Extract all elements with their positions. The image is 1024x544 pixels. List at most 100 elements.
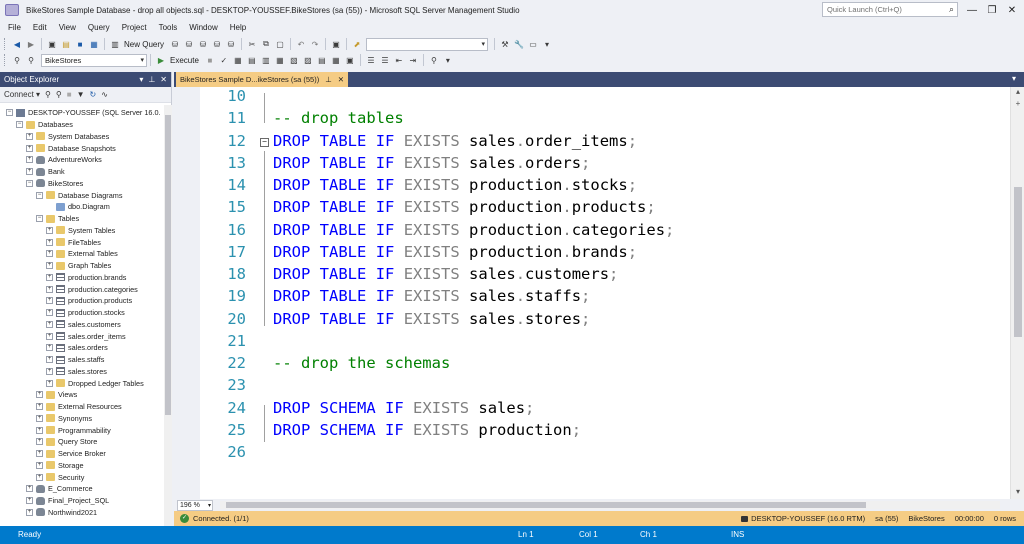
expand-icon[interactable]: +: [26, 508, 33, 516]
expand-icon[interactable]: +: [46, 226, 53, 234]
client-stats-icon[interactable]: ▨: [302, 53, 314, 67]
code-line[interactable]: DROP TABLE IF EXISTS sales.order_items;: [273, 132, 637, 150]
toolbar-grip[interactable]: [4, 38, 7, 50]
tree-node[interactable]: + sales.customers: [46, 319, 121, 331]
tree-node[interactable]: + sales.stores: [46, 366, 107, 378]
code-line[interactable]: -- drop the schemas: [273, 354, 450, 372]
decrease-indent-icon[interactable]: ⇤: [393, 53, 405, 67]
open-file-icon[interactable]: ▤: [60, 37, 72, 51]
editor-vertical-scrollbar[interactable]: ▴ + ▾: [1010, 87, 1024, 499]
estimated-plan-icon[interactable]: ▦: [232, 53, 244, 67]
available-databases-select[interactable]: BikeStores ▾: [41, 53, 147, 67]
results-to-file-icon[interactable]: ▣: [344, 53, 356, 67]
code-line[interactable]: DROP TABLE IF EXISTS production.brands;: [273, 243, 637, 261]
expand-icon[interactable]: +: [46, 344, 53, 352]
expand-icon[interactable]: +: [46, 367, 53, 375]
cancel-query-icon[interactable]: ■: [204, 53, 216, 67]
menu-query[interactable]: Query: [82, 20, 116, 36]
dmx-query-icon[interactable]: ⛁: [197, 37, 209, 51]
menu-tools[interactable]: Tools: [153, 20, 184, 36]
tree-node[interactable]: − DESKTOP-YOUSSEF (SQL Server 16.0.: [6, 107, 161, 119]
collapse-icon[interactable]: −: [6, 109, 13, 117]
expand-icon[interactable]: +: [46, 309, 53, 317]
expand-icon[interactable]: +: [46, 250, 53, 258]
customize-icon[interactable]: ▾: [541, 37, 553, 51]
menu-project[interactable]: Project: [116, 20, 153, 36]
tab-list-dropdown-icon[interactable]: ▾: [1012, 74, 1016, 83]
expand-icon[interactable]: +: [26, 168, 33, 176]
code-line[interactable]: DROP TABLE IF EXISTS production.products…: [273, 198, 656, 216]
toolbar-grip[interactable]: [4, 54, 7, 66]
expand-icon[interactable]: +: [36, 414, 43, 422]
code-line[interactable]: DROP TABLE IF EXISTS production.stocks;: [273, 176, 637, 194]
tree-node[interactable]: + FileTables: [46, 236, 101, 248]
collapse-icon[interactable]: −: [36, 215, 43, 223]
split-icon[interactable]: +: [1011, 99, 1024, 111]
tree-node[interactable]: + Final_Project_SQL: [26, 495, 109, 507]
results-to-text-icon[interactable]: ▤: [316, 53, 328, 67]
expand-icon[interactable]: +: [36, 450, 43, 458]
code-line[interactable]: DROP TABLE IF EXISTS sales.customers;: [273, 265, 618, 283]
new-query-icon[interactable]: ▥: [109, 37, 121, 51]
zoom-select[interactable]: 196 % ▾: [177, 499, 213, 511]
close-panel-icon[interactable]: ✕: [160, 75, 167, 84]
close-tab-icon[interactable]: ✕: [338, 75, 344, 84]
expand-icon[interactable]: +: [46, 332, 53, 340]
db-query-icon[interactable]: ⛁: [169, 37, 181, 51]
comment-icon[interactable]: ☰: [365, 53, 377, 67]
xmla-query-icon[interactable]: ⛁: [211, 37, 223, 51]
scroll-down-icon[interactable]: ▾: [1011, 487, 1024, 499]
expand-icon[interactable]: +: [46, 297, 53, 305]
tree-node[interactable]: + production.brands: [46, 272, 126, 284]
collapse-icon[interactable]: −: [26, 179, 33, 187]
tree-node[interactable]: + Query Store: [36, 436, 97, 448]
code-line[interactable]: DROP SCHEMA IF EXISTS production;: [273, 421, 581, 439]
uncomment-icon[interactable]: ☰: [379, 53, 391, 67]
tree-node[interactable]: dbo.Diagram: [46, 201, 110, 213]
fold-collapse-icon[interactable]: −: [260, 137, 269, 147]
code-line[interactable]: -- drop tables: [273, 109, 404, 127]
properties-icon[interactable]: ⚒: [499, 37, 511, 51]
menu-view[interactable]: View: [53, 20, 82, 36]
query-designer-icon[interactable]: ▤: [246, 53, 258, 67]
tree-node[interactable]: + Storage: [36, 460, 84, 472]
expand-icon[interactable]: +: [36, 461, 43, 469]
expand-icon[interactable]: +: [46, 320, 53, 328]
disconnect-icon[interactable]: ⚲: [56, 90, 62, 99]
paste-icon[interactable]: ▢: [274, 37, 286, 51]
tree-node[interactable]: + Graph Tables: [46, 260, 111, 272]
tree-node[interactable]: + sales.orders: [46, 342, 108, 354]
undo-icon[interactable]: ↶: [295, 37, 307, 51]
menu-file[interactable]: File: [2, 20, 27, 36]
filter-icon[interactable]: ▼: [77, 90, 85, 99]
execute-button[interactable]: Execute: [170, 56, 199, 65]
back-icon[interactable]: ◀: [11, 37, 23, 51]
stop-icon[interactable]: ■: [67, 90, 72, 99]
expand-icon[interactable]: +: [46, 262, 53, 270]
tree-node[interactable]: + E_Commerce: [26, 483, 93, 495]
tree-node[interactable]: + Database Snapshots: [26, 142, 116, 154]
tree-node[interactable]: + Security: [36, 471, 84, 483]
new-project-icon[interactable]: ▣: [46, 37, 58, 51]
tree-node[interactable]: + AdventureWorks: [26, 154, 102, 166]
tree-node[interactable]: − Tables: [36, 213, 79, 225]
expand-icon[interactable]: +: [46, 238, 53, 246]
tree-node[interactable]: + sales.order_items: [46, 330, 126, 342]
redo-icon[interactable]: ↷: [309, 37, 321, 51]
change-connection-icon[interactable]: ⚲: [25, 53, 37, 67]
save-icon[interactable]: ■: [74, 37, 86, 51]
parse-icon[interactable]: ✓: [218, 53, 230, 67]
wrench-icon[interactable]: 🔧: [513, 37, 525, 51]
expand-icon[interactable]: +: [26, 497, 33, 505]
mdx-query-icon[interactable]: ⛁: [183, 37, 195, 51]
expand-icon[interactable]: +: [36, 426, 43, 434]
tree-node[interactable]: + System Databases: [26, 131, 109, 143]
tree-node[interactable]: + Synonyms: [36, 413, 92, 425]
solution-explorer-icon[interactable]: ▣: [330, 37, 342, 51]
expand-icon[interactable]: +: [26, 144, 33, 152]
connect-icon[interactable]: ⚲: [45, 90, 51, 99]
connect-button[interactable]: Connect ▾: [4, 90, 40, 99]
find-combo[interactable]: ▾: [366, 37, 489, 51]
expand-icon[interactable]: +: [36, 403, 43, 411]
tree-node[interactable]: − BikeStores: [26, 178, 83, 190]
